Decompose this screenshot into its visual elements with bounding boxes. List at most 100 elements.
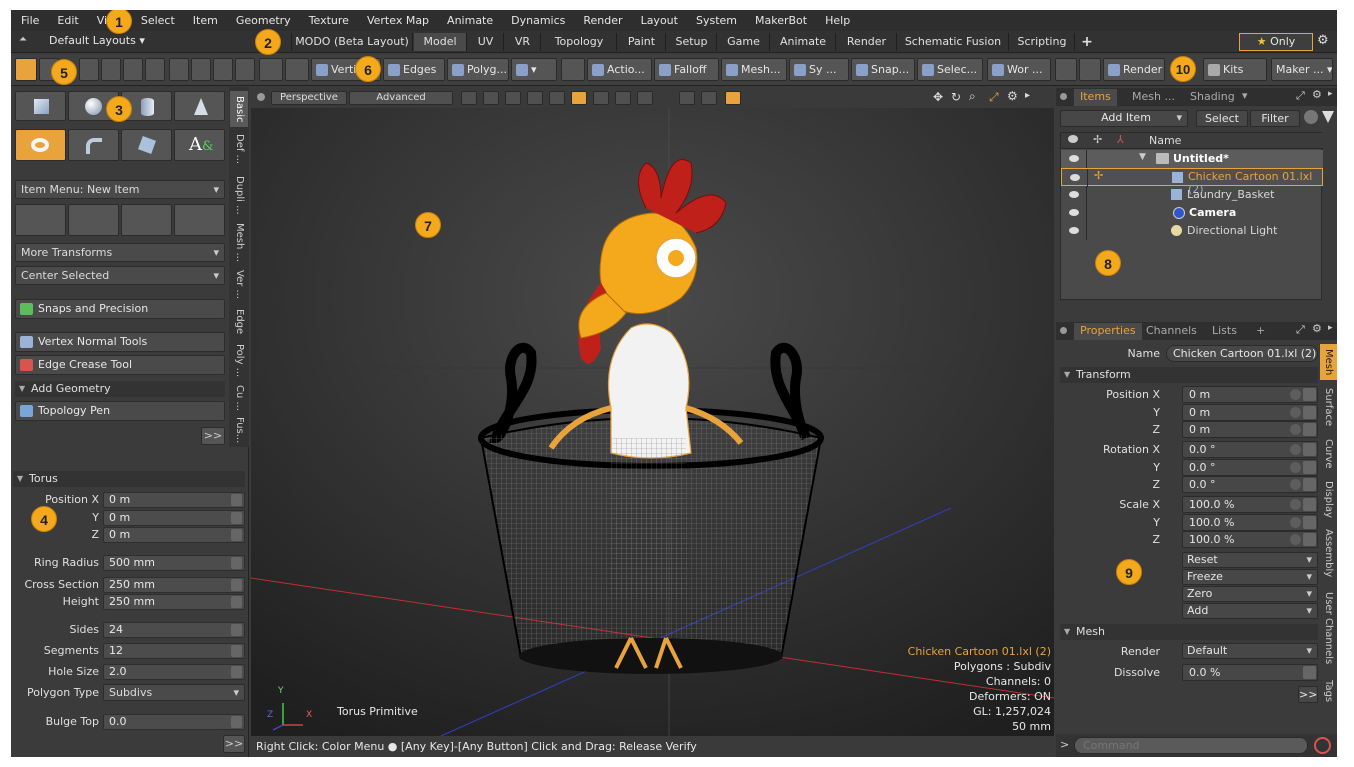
kits-button[interactable]: Kits — [1203, 58, 1267, 81]
rotation-z-field[interactable]: 0.0 ° — [1182, 476, 1318, 493]
vp-mode-1[interactable] — [461, 91, 477, 105]
more-tools-button[interactable]: >> — [201, 427, 225, 445]
arrows-icon[interactable] — [1303, 443, 1316, 456]
vp-mode-8[interactable] — [615, 91, 631, 105]
vp-mode-2[interactable] — [483, 91, 499, 105]
items-collapse-icon[interactable] — [1304, 110, 1318, 124]
menu-item[interactable]: Item — [193, 14, 218, 27]
torus-position-z-field[interactable]: 0 m — [103, 527, 245, 543]
tool-button-5[interactable] — [145, 58, 165, 81]
menu-texture[interactable]: Texture — [309, 14, 349, 27]
vtab-display[interactable]: Display — [1320, 476, 1337, 522]
preview-tool-button[interactable] — [1055, 58, 1077, 81]
visibility-eye-icon[interactable] — [1061, 204, 1087, 222]
list-item-basket[interactable]: Laundry_Basket — [1061, 186, 1323, 204]
add-dropdown[interactable]: Add — [1182, 603, 1318, 619]
panel-dot-icon[interactable] — [1060, 93, 1067, 100]
panel-dot-icon[interactable] — [1060, 327, 1067, 334]
arrows-icon[interactable] — [1303, 516, 1316, 529]
list-item-untitled[interactable]: ▼ Untitled* — [1061, 150, 1323, 168]
tab-modo-beta[interactable]: MODO (Beta Layout) — [291, 33, 413, 51]
vp-mode-6[interactable] — [571, 91, 587, 105]
tool-button-8[interactable] — [213, 58, 233, 81]
keyframe-icon[interactable] — [1290, 534, 1301, 545]
visibility-eye-icon[interactable] — [1061, 186, 1087, 204]
tab-channels[interactable]: Channels — [1140, 323, 1203, 340]
vtab-mesh[interactable]: Mesh ... — [230, 221, 248, 265]
menu-geometry[interactable]: Geometry — [236, 14, 291, 27]
transform-button[interactable] — [15, 204, 66, 236]
tool-button-9[interactable] — [235, 58, 255, 81]
symmetry-button[interactable]: Sy ... — [789, 58, 849, 81]
torus-position-y-field[interactable]: 0 m — [103, 510, 245, 526]
layout-preset-dropdown[interactable]: Default Layouts ▾ — [49, 34, 145, 47]
command-input[interactable] — [1074, 737, 1308, 754]
vtab-surface[interactable]: Surface — [1320, 382, 1337, 432]
keyframe-icon[interactable] — [1290, 462, 1301, 473]
snap-button[interactable]: Snap... — [851, 58, 915, 81]
more-properties-button[interactable]: >> — [223, 735, 245, 753]
visibility-eye-icon[interactable] — [1062, 169, 1088, 187]
name-field[interactable]: Chicken Cartoon 01.lxl (2) — [1166, 345, 1318, 362]
tab-scripting[interactable]: Scripting — [1010, 33, 1075, 51]
torus-position-x-field[interactable]: 0 m — [103, 492, 245, 508]
mesh-constraint-button[interactable]: Mesh... — [721, 58, 787, 81]
vtab-vertex[interactable]: Ver ... — [230, 267, 248, 303]
cone-primitive-button[interactable] — [174, 91, 225, 121]
tab-model[interactable]: Model — [414, 33, 467, 51]
pen-primitive-button[interactable] — [121, 129, 172, 161]
tab-animate[interactable]: Animate — [771, 33, 836, 51]
tab-setup[interactable]: Setup — [667, 33, 717, 51]
menu-render[interactable]: Render — [583, 14, 622, 27]
props-maximize-icon[interactable]: ⤢ — [1296, 323, 1305, 337]
tool-button-7[interactable] — [191, 58, 211, 81]
expand-arrow-icon[interactable]: ▼ — [1139, 152, 1146, 162]
arrows-icon[interactable] — [1303, 423, 1316, 436]
arrows-icon[interactable] — [1303, 478, 1316, 491]
vtab-assembly[interactable]: Assembly — [1320, 524, 1337, 582]
visibility-eye-icon[interactable] — [1061, 150, 1087, 168]
more-props-button[interactable]: >> — [1298, 686, 1318, 703]
vtab-tags[interactable]: Tags — [1320, 674, 1337, 708]
items-filter-button[interactable]: Filter — [1250, 110, 1300, 127]
menu-file[interactable]: File — [21, 14, 39, 27]
zero-dropdown[interactable]: Zero — [1182, 586, 1318, 602]
render-tool-button-small[interactable] — [1079, 58, 1101, 81]
pan-icon[interactable]: ✥ — [933, 90, 943, 104]
record-icon[interactable] — [1314, 737, 1331, 754]
menu-layout[interactable]: Layout — [641, 14, 678, 27]
maximize-icon[interactable]: ⤢ — [989, 90, 999, 105]
move-button[interactable] — [68, 204, 119, 236]
tab-shading[interactable]: Shading — [1184, 89, 1241, 106]
vtab-basic[interactable]: Basic — [230, 91, 248, 127]
add-item-dropdown[interactable]: Add Item — [1060, 110, 1188, 127]
tab-render[interactable]: Render — [837, 33, 897, 51]
arrows-icon[interactable] — [1303, 388, 1316, 401]
falloff-button[interactable]: Falloff — [654, 58, 719, 81]
position-z-field[interactable]: 0 m — [1182, 421, 1318, 438]
item-mode-button[interactable] — [285, 58, 309, 81]
items-tab-more-icon[interactable]: ▾ — [1242, 89, 1248, 102]
menu-help[interactable]: Help — [825, 14, 850, 27]
dissolve-field[interactable]: 0.0 % — [1182, 664, 1318, 681]
visibility-eye-icon[interactable] — [1061, 222, 1087, 240]
vp-mode-5[interactable] — [549, 91, 565, 105]
vertex-normal-tools-button[interactable]: Vertex Normal Tools — [15, 332, 225, 352]
arrows-icon[interactable] — [1303, 498, 1316, 511]
add-geometry-header[interactable]: Add Geometry — [15, 381, 225, 397]
list-item-chicken[interactable]: ✢ Chicken Cartoon 01.lxl (2) — [1061, 168, 1323, 196]
vtab-user-channels[interactable]: User Channels — [1320, 584, 1337, 672]
viewport-arrow-icon[interactable]: ▸ — [1025, 90, 1030, 101]
name-column-header[interactable]: Name — [1149, 134, 1181, 147]
menu-makerbot[interactable]: MakerBot — [755, 14, 807, 27]
edge-crease-tool-button[interactable]: Edge Crease Tool — [15, 355, 225, 375]
keyframe-icon[interactable] — [1290, 499, 1301, 510]
tab-properties[interactable]: Properties — [1074, 323, 1142, 340]
scale-button[interactable] — [174, 204, 225, 236]
tube-primitive-button[interactable] — [68, 129, 119, 161]
center-selected-dropdown[interactable]: Center Selected — [15, 266, 225, 285]
tab-lists[interactable]: Lists — [1206, 323, 1243, 340]
torus-section-header[interactable]: Torus — [13, 471, 245, 487]
items-select-button[interactable]: Select — [1196, 110, 1248, 127]
viewport-gear-icon[interactable]: ⚙ — [1007, 89, 1018, 103]
